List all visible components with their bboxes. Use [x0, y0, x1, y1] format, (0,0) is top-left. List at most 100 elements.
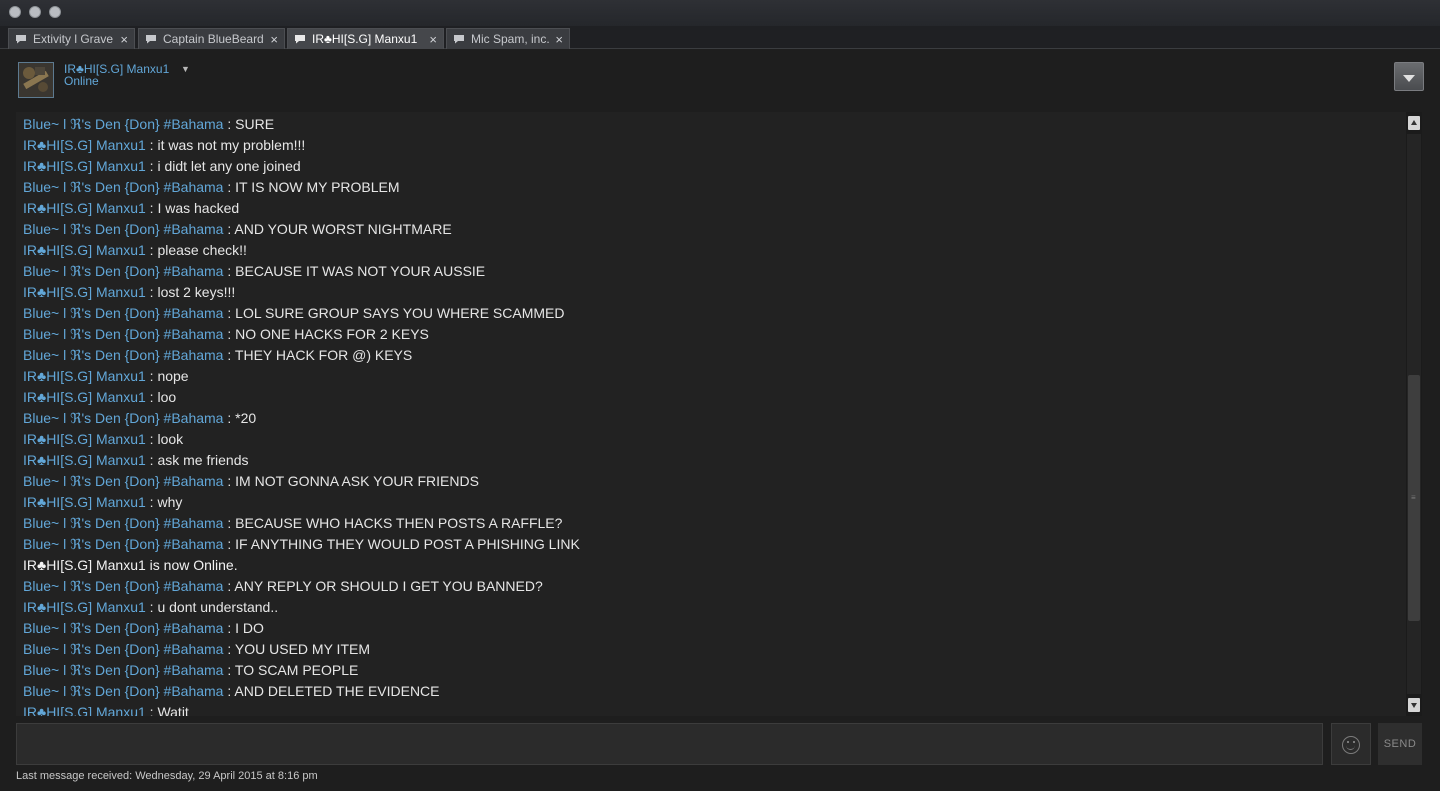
- message-sender[interactable]: Blue~ l ℜ's Den {Don} #Bahama: [23, 326, 223, 342]
- message-sender[interactable]: IR♣HI[S.G] Manxu1: [23, 452, 146, 468]
- message-sender[interactable]: Blue~ l ℜ's Den {Don} #Bahama: [23, 683, 223, 699]
- message-sender[interactable]: Blue~ l ℜ's Den {Don} #Bahama: [23, 263, 223, 279]
- message-sender[interactable]: IR♣HI[S.G] Manxu1: [23, 389, 146, 405]
- tab-manxu1[interactable]: IR♣HI[S.G] Manxu1 ×: [287, 28, 444, 49]
- message-separator: :: [223, 620, 236, 636]
- message-text: IT IS NOW MY PROBLEM: [235, 179, 400, 195]
- chat-header: [0, 50, 1440, 110]
- tab-close-icon[interactable]: ×: [555, 32, 563, 47]
- chat-message: Blue~ l ℜ's Den {Don} #Bahama : ANY REPL…: [23, 578, 543, 594]
- message-separator: :: [223, 326, 236, 342]
- chat-message: Blue~ l ℜ's Den {Don} #Bahama : TO SCAM …: [23, 662, 358, 678]
- chat-log[interactable]: Blue~ l ℜ's Den {Don} #Bahama : SURE IR♣H…: [16, 112, 1406, 716]
- chat-message: Blue~ l ℜ's Den {Don} #Bahama : BECAUSE …: [23, 515, 562, 531]
- message-sender[interactable]: Blue~ l ℜ's Den {Don} #Bahama: [23, 662, 223, 678]
- message-separator: :: [223, 263, 236, 279]
- message-text: THEY HACK FOR @) KEYS: [234, 347, 413, 363]
- message-sender[interactable]: Blue~ l ℜ's Den {Don} #Bahama: [23, 221, 223, 237]
- scroll-down-arrow-icon[interactable]: [1408, 698, 1420, 712]
- window-close-button[interactable]: [9, 6, 21, 18]
- scroll-track[interactable]: ≡: [1407, 134, 1421, 694]
- message-sender[interactable]: Blue~ l ℜ's Den {Don} #Bahama: [23, 305, 223, 321]
- message-separator: :: [145, 599, 158, 615]
- tab-captain-bluebeard[interactable]: Captain BlueBeard ×: [138, 28, 285, 49]
- tab-extivity-grave[interactable]: Extivity l Grave ×: [8, 28, 135, 49]
- message-sender[interactable]: IR♣HI[S.G] Manxu1: [23, 284, 146, 300]
- message-separator: :: [145, 200, 158, 216]
- chat-message: Blue~ l ℜ's Den {Don} #Bahama : SURE: [23, 116, 274, 132]
- scroll-up-arrow-icon[interactable]: [1408, 116, 1420, 130]
- chat-tab-bar: Extivity l Grave × Captain BlueBeard × I…: [0, 26, 1440, 49]
- message-sender[interactable]: Blue~ l ℜ's Den {Don} #Bahama: [23, 578, 223, 594]
- message-sender[interactable]: Blue~ l ℜ's Den {Don} #Bahama: [23, 410, 223, 426]
- message-sender[interactable]: Blue~ l ℜ's Den {Don} #Bahama: [23, 116, 223, 132]
- message-sender[interactable]: Blue~ l ℜ's Den {Don} #Bahama: [23, 641, 223, 657]
- chat-scrollbar[interactable]: ≡: [1406, 112, 1422, 716]
- message-sender[interactable]: IR♣HI[S.G] Manxu1: [23, 158, 146, 174]
- message-text: YOU USED MY ITEM: [234, 641, 370, 657]
- message-sender[interactable]: Blue~ l ℜ's Den {Don} #Bahama: [23, 515, 223, 531]
- tab-close-icon[interactable]: ×: [270, 32, 278, 47]
- window-minimize-button[interactable]: [29, 6, 41, 18]
- tab-mic-spam-inc[interactable]: Mic Spam, inc. ×: [446, 28, 570, 49]
- message-sender[interactable]: IR♣HI[S.G] Manxu1: [23, 494, 146, 510]
- message-text: AND YOUR WORST NIGHTMARE: [234, 221, 452, 237]
- message-sender[interactable]: Blue~ l ℜ's Den {Don} #Bahama: [23, 347, 223, 363]
- chat-bubble-icon: [145, 34, 157, 44]
- message-separator: :: [223, 641, 235, 657]
- message-separator: :: [223, 179, 236, 195]
- message-separator: :: [223, 662, 235, 678]
- tab-close-icon[interactable]: ×: [120, 32, 128, 47]
- message-text: it was not my problem!!!: [157, 137, 306, 153]
- message-separator: :: [145, 137, 158, 153]
- message-text: Watit: [157, 704, 189, 716]
- scroll-thumb[interactable]: ≡: [1408, 375, 1420, 621]
- chat-message: IR♣HI[S.G] Manxu1 : ask me friends: [23, 452, 249, 468]
- chat-message: IR♣HI[S.G] Manxu1 is now Online.: [23, 557, 238, 573]
- chat-bubble-icon: [294, 34, 306, 44]
- message-separator: :: [223, 473, 236, 489]
- message-separator: :: [145, 494, 158, 510]
- message-sender[interactable]: IR♣HI[S.G] Manxu1: [23, 704, 146, 716]
- message-text: *20: [235, 410, 257, 426]
- message-sender[interactable]: IR♣HI[S.G] Manxu1: [23, 242, 146, 258]
- chat-message: Blue~ l ℜ's Den {Don} #Bahama : IF ANYTH…: [23, 536, 580, 552]
- chat-bubble-icon: [15, 34, 27, 44]
- window-zoom-button[interactable]: [49, 6, 61, 18]
- chat-message: IR♣HI[S.G] Manxu1 : look: [23, 431, 183, 447]
- message-text: please check!!: [157, 242, 247, 258]
- message-sender[interactable]: Blue~ l ℜ's Den {Don} #Bahama: [23, 620, 223, 636]
- message-text: I was hacked: [157, 200, 240, 216]
- tab-close-icon[interactable]: ×: [429, 32, 437, 47]
- chat-message: Blue~ l ℜ's Den {Don} #Bahama : BECAUSE …: [23, 263, 485, 279]
- message-sender[interactable]: IR♣HI[S.G] Manxu1: [23, 368, 146, 384]
- message-text: TO SCAM PEOPLE: [234, 662, 359, 678]
- message-sender[interactable]: IR♣HI[S.G] Manxu1: [23, 137, 146, 153]
- message-sender[interactable]: Blue~ l ℜ's Den {Don} #Bahama: [23, 536, 223, 552]
- message-sender[interactable]: IR♣HI[S.G] Manxu1: [23, 599, 146, 615]
- message-sender[interactable]: Blue~ l ℜ's Den {Don} #Bahama: [23, 473, 223, 489]
- message-text: loo: [157, 389, 177, 405]
- message-sender[interactable]: IR♣HI[S.G] Manxu1: [23, 200, 146, 216]
- chat-message: Blue~ l ℜ's Den {Don} #Bahama : IT IS NO…: [23, 179, 400, 195]
- send-button[interactable]: SEND: [1378, 723, 1422, 765]
- message-input[interactable]: [16, 723, 1323, 765]
- message-text: SURE: [235, 116, 275, 132]
- message-text: u dont understand..: [157, 599, 279, 615]
- message-text: IF ANYTHING THEY WOULD POST A PHISHING L…: [235, 536, 580, 552]
- message-sender[interactable]: Blue~ l ℜ's Den {Don} #Bahama: [23, 179, 223, 195]
- message-separator: :: [223, 578, 235, 594]
- chat-options-dropdown-button[interactable]: [1394, 62, 1424, 91]
- chat-message: IR♣HI[S.G] Manxu1 : lost 2 keys!!!: [23, 284, 235, 300]
- message-separator: :: [223, 305, 236, 321]
- emoticon-button[interactable]: [1331, 723, 1371, 765]
- message-separator: :: [145, 368, 158, 384]
- chat-bubble-icon: [453, 34, 465, 44]
- chevron-down-icon[interactable]: ▼: [181, 64, 190, 74]
- message-separator: :: [145, 452, 158, 468]
- avatar[interactable]: [18, 62, 54, 98]
- message-sender[interactable]: IR♣HI[S.G] Manxu1: [23, 431, 146, 447]
- last-message-timestamp: Last message received: Wednesday, 29 Apr…: [16, 770, 318, 782]
- chat-message: IR♣HI[S.G] Manxu1 : i didt let any one j…: [23, 158, 301, 174]
- chat-message: IR♣HI[S.G] Manxu1 : I was hacked: [23, 200, 239, 216]
